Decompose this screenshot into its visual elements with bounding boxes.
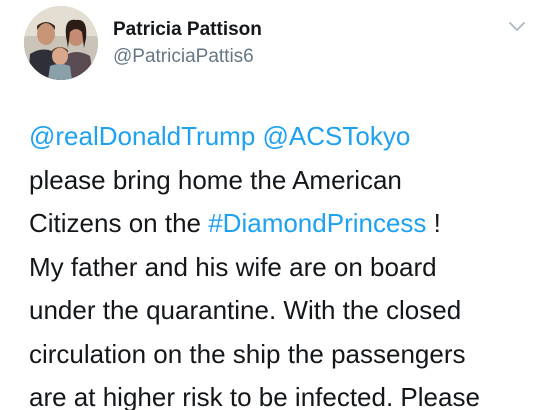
mention-link[interactable]: @realDonaldTrump <box>29 121 255 151</box>
tweet-line-2: please bring home the American <box>29 164 402 195</box>
tweet-card: Patricia Pattison @PatriciaPattis6 @real… <box>0 0 552 410</box>
mention-separator <box>255 121 262 151</box>
tweet-text-segment: Citizens on the <box>29 208 209 238</box>
avatar-photo <box>24 6 98 80</box>
tweet-line-4: My father and his wife are on board <box>29 251 437 282</box>
tweet-line-3: Citizens on the #DiamondPrincess ! <box>29 202 544 246</box>
display-name[interactable]: Patricia Pattison <box>113 18 262 42</box>
tweet-line-1: @realDonaldTrump @ACSTokyo <box>29 115 544 159</box>
tweet-text-segment: ! <box>426 208 441 238</box>
tweet-line-6: circulation on the ship the passengers <box>29 338 466 369</box>
tweet-text: @realDonaldTrump @ACSTokyo please bring … <box>29 115 544 410</box>
user-info: Patricia Pattison @PatriciaPattis6 <box>113 18 262 69</box>
avatar[interactable] <box>24 6 98 80</box>
mention-link[interactable]: @ACSTokyo <box>263 121 411 151</box>
hashtag-link[interactable]: #DiamondPrincess <box>208 208 426 238</box>
user-handle[interactable]: @PatriciaPattis6 <box>113 45 262 69</box>
tweet-line-5: under the quarantine. With the closed <box>29 295 462 325</box>
chevron-down-icon[interactable] <box>508 20 526 32</box>
tweet-line-7: are at higher risk to be infected. Pleas… <box>29 382 480 410</box>
